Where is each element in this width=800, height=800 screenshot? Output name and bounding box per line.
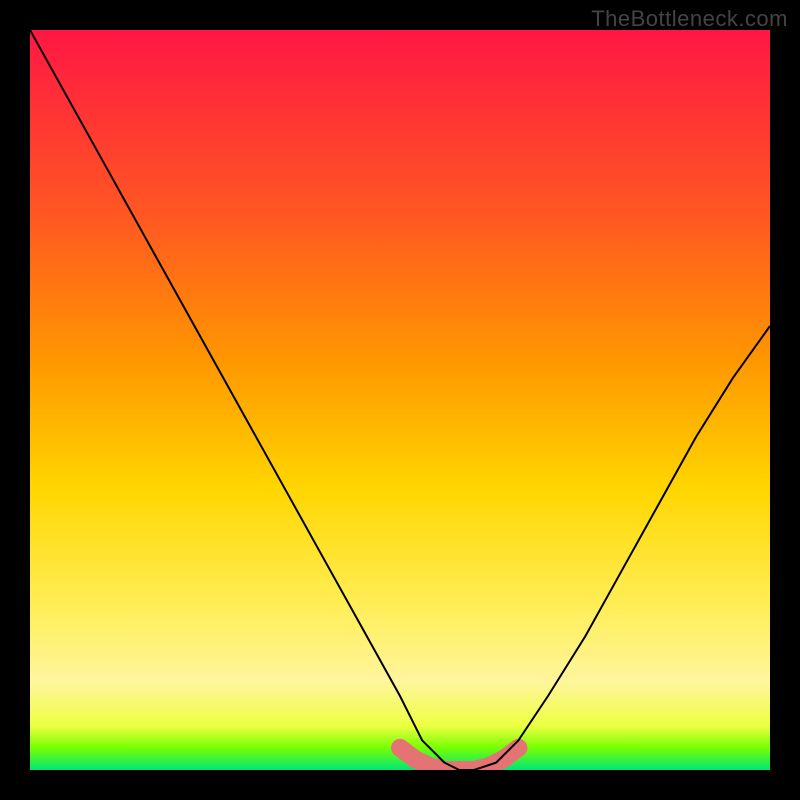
bottleneck-chart bbox=[30, 30, 770, 770]
gradient-background bbox=[30, 30, 770, 770]
chart-container: TheBottleneck.com bbox=[0, 0, 800, 800]
watermark-text: TheBottleneck.com bbox=[591, 6, 788, 32]
plot-area bbox=[30, 30, 770, 770]
